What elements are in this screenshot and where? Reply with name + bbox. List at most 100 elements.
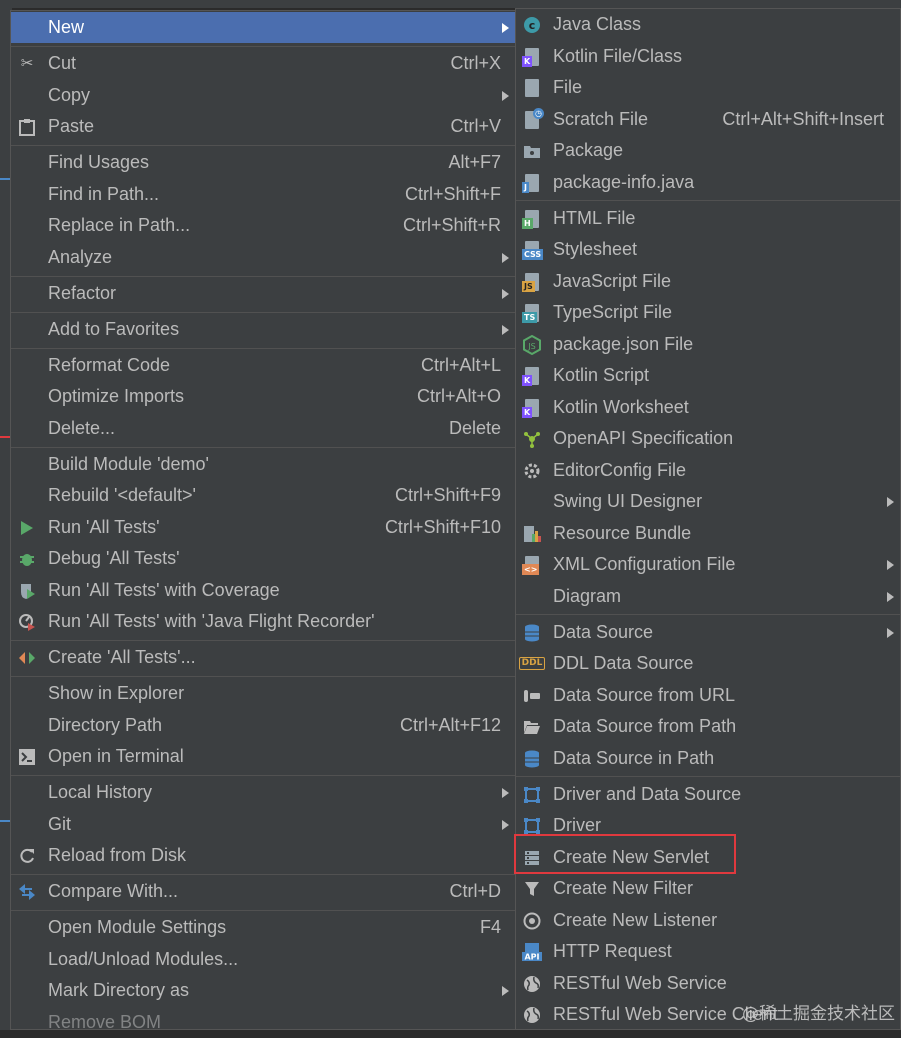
menu-item-create-new-filter[interactable]: Create New Filter [516,873,900,904]
menu-item-package-info[interactable]: J package-info.java [516,167,900,198]
menu-item-xml-configuration-file[interactable]: <> XML Configuration File [516,549,900,580]
menu-item-run-with-jfr[interactable]: Run 'All Tests' with 'Java Flight Record… [11,606,515,637]
menu-item-git[interactable]: Git [11,809,515,840]
menu-item-add-to-favorites[interactable]: Add to Favorites [11,314,515,345]
ts-file-icon: TS [522,303,542,323]
menu-item-driver-and-data-source[interactable]: Driver and Data Source [516,779,900,810]
menu-item-compare-with[interactable]: Compare With... Ctrl+D [11,876,515,907]
menu-item-javascript-file[interactable]: JS JavaScript File [516,266,900,297]
menu-item-find-usages[interactable]: Find Usages Alt+F7 [11,147,515,178]
menu-shortcut: Ctrl+V [450,116,501,136]
menu-item-run-with-coverage[interactable]: Run 'All Tests' with Coverage [11,575,515,606]
menu-item-diagram[interactable]: Diagram [516,581,900,612]
menu-item-label: package-info.java [553,172,695,192]
scratch-file-icon: ◷ [522,107,544,130]
menu-item-label: Find in Path... [48,184,160,204]
submenu-arrow-icon [502,819,509,830]
menu-item-create-new-servlet[interactable]: Create New Servlet [516,842,900,873]
menu-item-reload-from-disk[interactable]: Reload from Disk [11,840,515,871]
menu-item-label: package.json File [553,334,694,354]
menu-item-optimize-imports[interactable]: Optimize Imports Ctrl+Alt+O [11,381,515,412]
submenu-arrow-icon [887,496,894,507]
driver-icon [522,816,542,836]
menu-item-load-unload-modules[interactable]: Load/Unload Modules... [11,944,515,975]
menu-item-create-new-listener[interactable]: Create New Listener [516,905,900,936]
menu-item-label: Copy [48,85,91,105]
menu-item-ddl-data-source[interactable]: DDL DDL Data Source [516,648,900,679]
menu-item-label: XML Configuration File [553,554,736,574]
editorconfig-icon [522,461,542,481]
menu-item-rebuild[interactable]: Rebuild '<default>' Ctrl+Shift+F9 [11,480,515,511]
menu-item-data-source-from-url[interactable]: Data Source from URL [516,680,900,711]
menu-item-paste[interactable]: Paste Ctrl+V [11,111,515,142]
datasource-url-icon [522,686,542,706]
menu-item-label: Data Source [553,622,654,642]
menu-item-label: Mark Directory as [48,980,190,1000]
menu-item-run-all-tests[interactable]: Run 'All Tests' Ctrl+Shift+F10 [11,512,515,543]
menu-shortcut: Ctrl+Alt+L [420,355,501,375]
menu-item-kotlin-worksheet[interactable]: K Kotlin Worksheet [516,392,900,423]
menu-item-label: Diagram [553,586,622,606]
menu-item-label: Package [553,140,624,160]
menu-item-label: Build Module 'demo' [48,454,209,474]
menu-item-replace-in-path[interactable]: Replace in Path... Ctrl+Shift+R [11,210,515,241]
menu-item-cut[interactable]: ✂ Cut Ctrl+X [11,48,515,79]
menu-item-kotlin-script[interactable]: K Kotlin Script [516,360,900,391]
menu-item-label: TypeScript File [553,302,673,322]
menu-item-debug-all-tests[interactable]: Debug 'All Tests' [11,543,515,574]
menu-item-show-in-explorer[interactable]: Show in Explorer [11,678,515,709]
menu-item-package-json[interactable]: JS package.json File [516,329,900,360]
menu-item-create-all-tests[interactable]: Create 'All Tests'... [11,642,515,673]
menu-item-refactor[interactable]: Refactor [11,278,515,309]
menu-item-data-source-in-path[interactable]: Data Source in Path [516,743,900,774]
menu-item-java-class[interactable]: c Java Class [516,9,900,40]
menu-item-openapi-spec[interactable]: OpenAPI Specification [516,423,900,454]
menu-item-label: Java Class [553,14,642,34]
menu-item-typescript-file[interactable]: TS TypeScript File [516,297,900,328]
menu-item-find-in-path[interactable]: Find in Path... Ctrl+Shift+F [11,179,515,210]
kotlin-script-icon: K [522,366,542,386]
menu-item-directory-path[interactable]: Directory Path Ctrl+Alt+F12 [11,710,515,741]
menu-item-open-module-settings[interactable]: Open Module Settings F4 [11,912,515,943]
menu-item-label: Resource Bundle [553,523,692,543]
menu-item-delete[interactable]: Delete... Delete [11,413,515,444]
menu-item-label: Run 'All Tests' with Coverage [48,580,280,600]
js-file-icon: JS [522,272,542,292]
menu-item-data-source-from-path[interactable]: Data Source from Path [516,711,900,742]
menu-item-restful-web-service[interactable]: RESTful Web Service [516,968,900,999]
menu-item-stylesheet[interactable]: CSS Stylesheet [516,234,900,265]
menu-item-analyze[interactable]: Analyze [11,242,515,273]
coverage-icon [17,581,37,601]
menu-item-build-module[interactable]: Build Module 'demo' [11,449,515,480]
menu-item-label: Open in Terminal [48,746,184,766]
menu-item-kotlin-file[interactable]: K Kotlin File/Class [516,41,900,72]
menu-item-label: Show in Explorer [48,683,185,703]
menu-item-copy[interactable]: Copy [11,80,515,111]
menu-item-resource-bundle[interactable]: Resource Bundle [516,518,900,549]
menu-item-label: Paste [48,116,95,136]
menu-item-http-request[interactable]: API HTTP Request [516,936,900,967]
menu-item-file[interactable]: File [516,72,900,103]
menu-item-local-history[interactable]: Local History [11,777,515,808]
menu-item-label: Create New Filter [553,878,694,898]
menu-item-package[interactable]: Package [516,135,900,166]
menu-item-label: Load/Unload Modules... [48,949,239,969]
menu-item-open-in-terminal[interactable]: Open in Terminal [11,741,515,772]
database-icon [522,623,542,643]
compare-icon [17,882,37,902]
menu-item-driver[interactable]: Driver [516,810,900,841]
menu-item-new[interactable]: New [11,12,515,43]
menu-item-data-source[interactable]: Data Source [516,617,900,648]
debug-icon [17,549,37,569]
menu-item-scratch-file[interactable]: ◷ Scratch File Ctrl+Alt+Shift+Insert [516,104,900,135]
menu-item-label: Refactor [48,283,117,303]
openapi-icon [522,429,542,449]
menu-item-remove-bom[interactable]: Remove BOM [11,1007,515,1038]
menu-item-editorconfig[interactable]: EditorConfig File [516,455,900,486]
menu-item-html-file[interactable]: H HTML File [516,203,900,234]
menu-item-label: Replace in Path... [48,215,191,235]
menu-item-swing-ui-designer[interactable]: Swing UI Designer [516,486,900,517]
menu-item-reformat-code[interactable]: Reformat Code Ctrl+Alt+L [11,350,515,381]
menu-item-mark-directory-as[interactable]: Mark Directory as [11,975,515,1006]
menu-item-label: Analyze [48,247,113,267]
